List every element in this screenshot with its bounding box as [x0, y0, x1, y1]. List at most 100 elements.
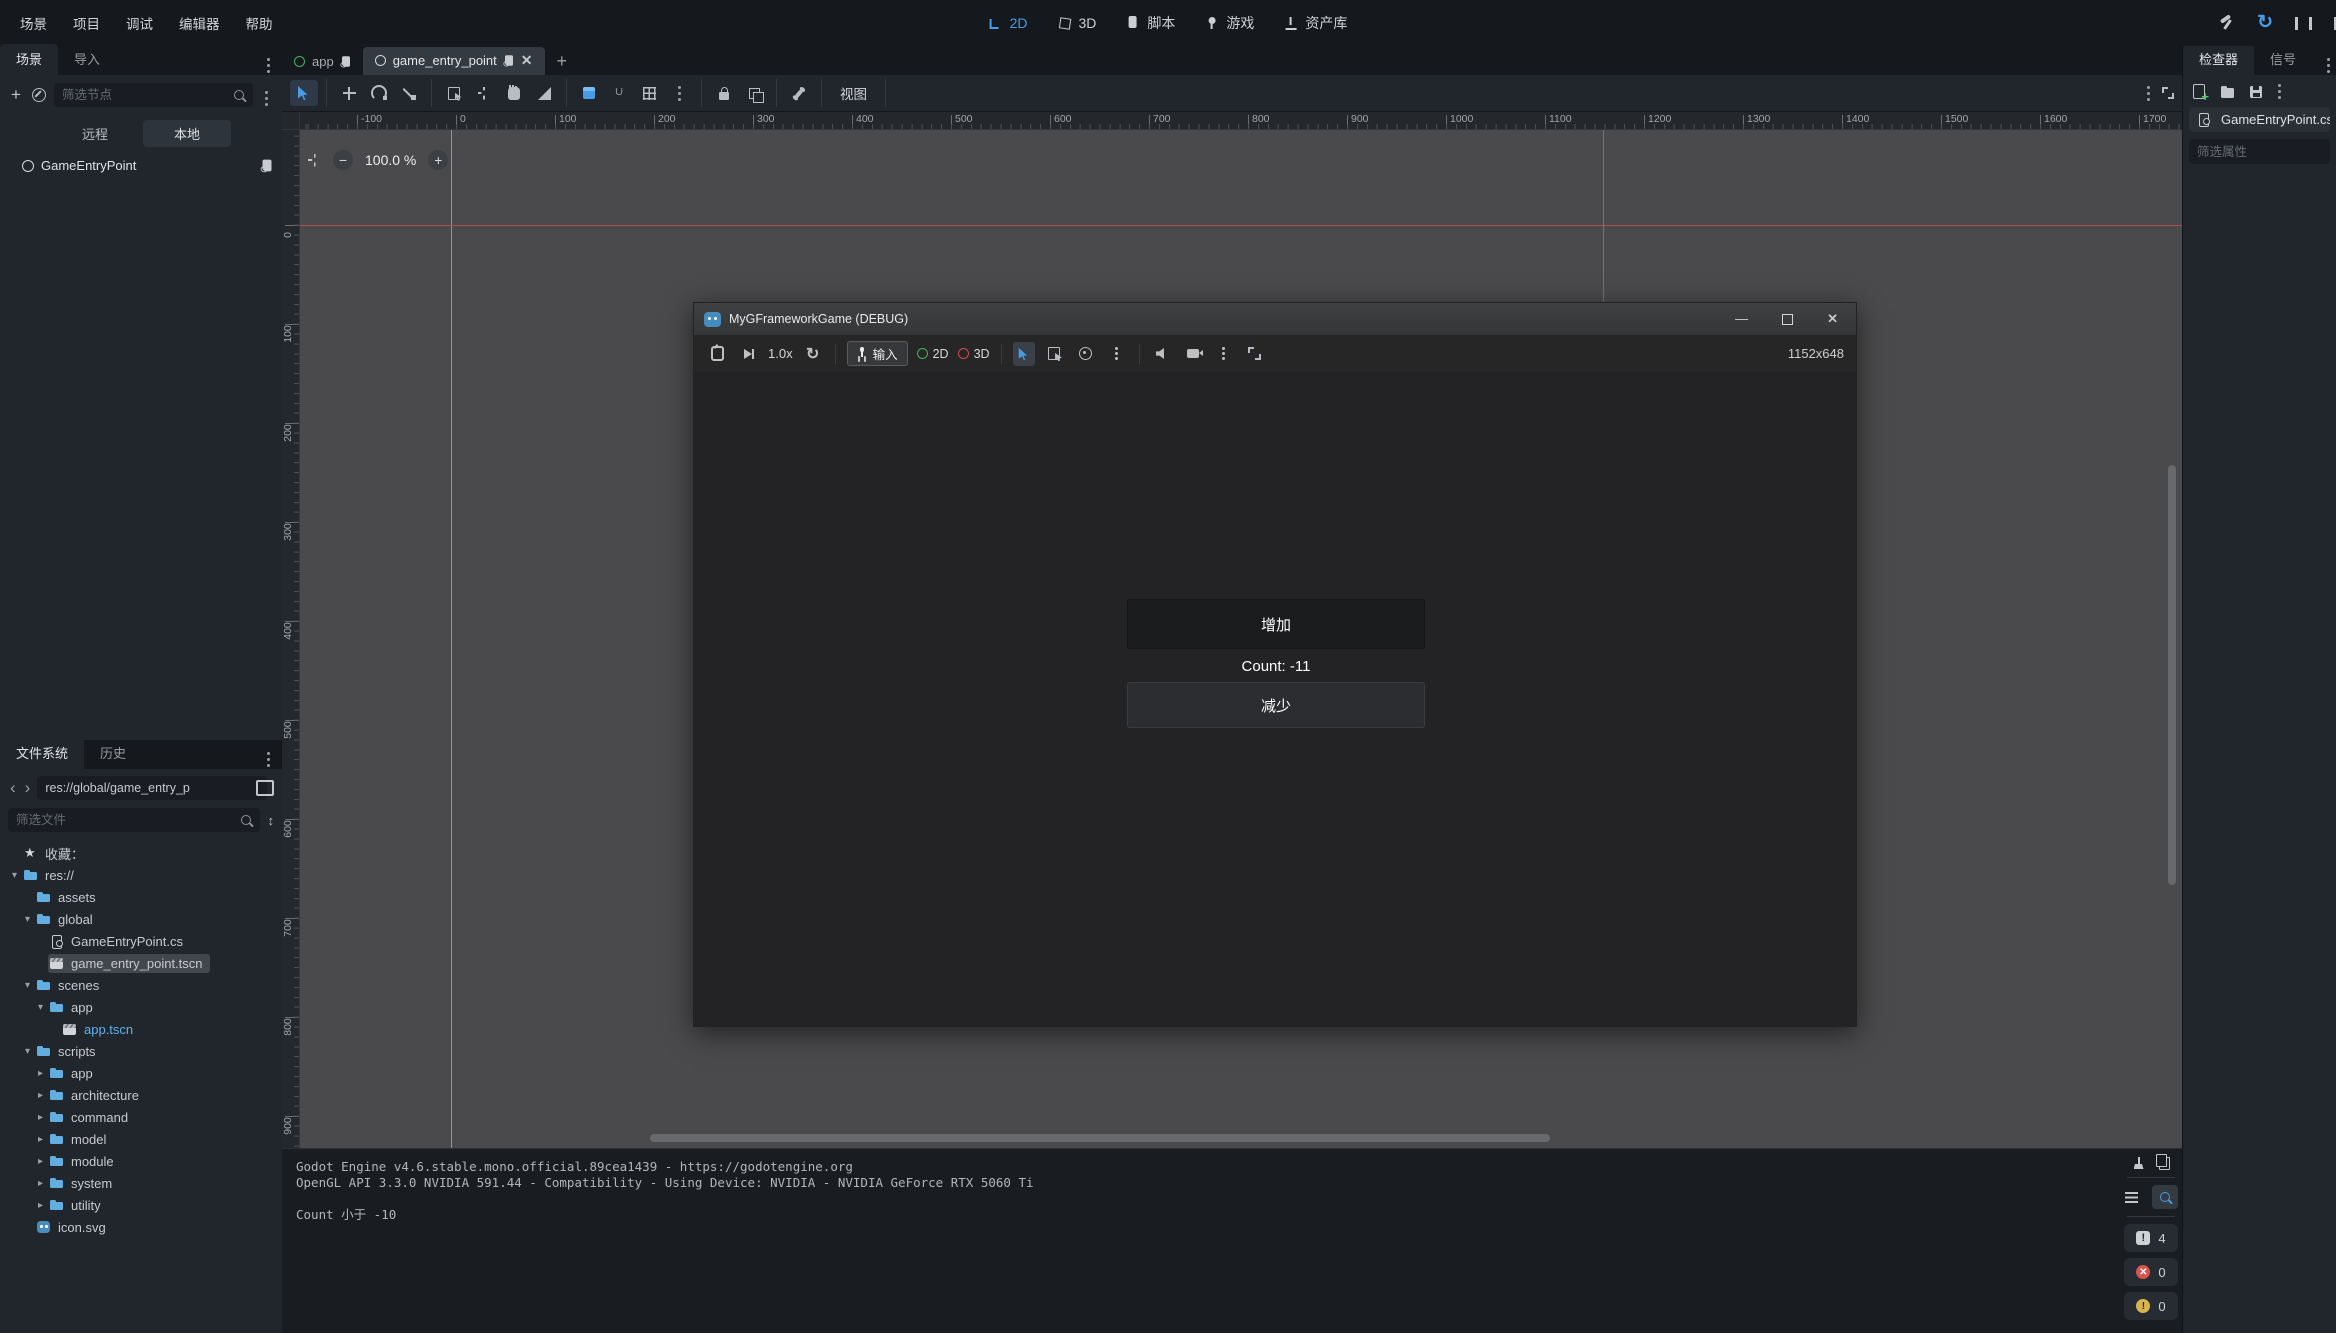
history-back-icon[interactable]: ‹	[8, 781, 18, 795]
select-tool-button[interactable]	[290, 80, 318, 106]
tab-inspector[interactable]: 检查器	[2183, 46, 2254, 75]
camera-options-menu[interactable]	[1213, 342, 1235, 366]
game-window[interactable]: MyGFrameworkGame (DEBUG) — ✕ 1.0x ↺ 输入 2…	[693, 302, 1857, 1027]
workspace-assetlib[interactable]: 资产库	[1284, 13, 1347, 33]
tree-item[interactable]: ▾res://	[0, 864, 282, 886]
horizontal-scrollbar[interactable]	[650, 1134, 1550, 1142]
load-resource-icon[interactable]	[2221, 88, 2234, 98]
attached-script-icon[interactable]	[263, 160, 272, 172]
remote-button[interactable]: 远程	[51, 120, 139, 147]
menu-editor[interactable]: 编辑器	[169, 9, 230, 37]
save-resource-icon[interactable]	[2250, 86, 2262, 98]
tree-item[interactable]: assets	[0, 886, 282, 908]
workspace-2d[interactable]: 2D	[989, 15, 1028, 31]
game-window-titlebar[interactable]: MyGFrameworkGame (DEBUG) — ✕	[694, 303, 1856, 335]
close-tab-icon[interactable]: ✕	[521, 52, 533, 69]
vertical-scrollbar[interactable]	[2168, 465, 2176, 885]
collapse-messages-icon[interactable]	[2125, 1192, 2138, 1203]
snap-config-button[interactable]	[635, 80, 663, 106]
pan-tool-button[interactable]	[500, 80, 528, 106]
tab-scene-dock[interactable]: 场景	[0, 44, 58, 75]
clear-output-icon[interactable]	[2133, 1157, 2145, 1170]
property-filter-input[interactable]	[2189, 139, 2330, 164]
open-arrow-icon[interactable]: ▾	[20, 1046, 35, 1057]
center-view-icon[interactable]	[308, 154, 321, 167]
inspector-dock-menu-icon[interactable]	[2327, 58, 2330, 61]
edited-object-row[interactable]: GameEntryPoint.cs	[2189, 107, 2330, 132]
closed-arrow-icon[interactable]: ▸	[33, 1112, 48, 1123]
menu-project[interactable]: 项目	[63, 9, 110, 37]
tree-item[interactable]: ▸command	[0, 1106, 282, 1128]
tree-item[interactable]: game_entry_point.tscn	[0, 952, 282, 974]
new-resource-icon[interactable]	[2193, 84, 2205, 99]
file-filter-input[interactable]	[8, 808, 260, 832]
tree-item[interactable]: 收藏：	[0, 842, 282, 864]
zoom-in-button[interactable]: +	[428, 150, 448, 170]
tree-item[interactable]: ▸architecture	[0, 1084, 282, 1106]
pick-node-button[interactable]	[1013, 342, 1035, 366]
snap-options-menu[interactable]	[665, 80, 693, 106]
tree-item[interactable]: ▸app	[0, 1062, 282, 1084]
camera-override-button[interactable]	[1182, 342, 1204, 366]
add-node-button[interactable]: +	[8, 85, 24, 105]
menu-help[interactable]: 帮助	[236, 9, 283, 37]
list-select-button[interactable]	[440, 80, 468, 106]
suspend-button[interactable]	[706, 342, 728, 366]
scale-tool-button[interactable]	[395, 80, 423, 106]
tree-item[interactable]: ▸model	[0, 1128, 282, 1150]
tree-item[interactable]: ▾global	[0, 908, 282, 930]
move-tool-button[interactable]	[335, 80, 363, 106]
zoom-out-button[interactable]: −	[333, 150, 353, 170]
tree-item[interactable]: ▾scripts	[0, 1040, 282, 1062]
3d-mode-button[interactable]: 3D	[958, 347, 990, 361]
open-arrow-icon[interactable]: ▾	[7, 870, 22, 881]
tree-item[interactable]: ▸module	[0, 1150, 282, 1172]
build-hammer-icon[interactable]	[2219, 15, 2235, 31]
grid-snap-button[interactable]: ∩	[605, 80, 633, 106]
workspace-script[interactable]: 脚本	[1126, 13, 1175, 33]
embed-fullscreen-button[interactable]	[1244, 342, 1266, 366]
view-menu-button[interactable]: 视图	[830, 80, 877, 106]
open-arrow-icon[interactable]: ▾	[20, 914, 35, 925]
tree-item[interactable]: app.tscn	[0, 1018, 282, 1040]
menu-scene[interactable]: 场景	[10, 9, 57, 37]
current-path-input[interactable]	[37, 776, 267, 800]
history-forward-icon[interactable]: ›	[23, 781, 33, 795]
pause-icon[interactable]	[2295, 17, 2312, 30]
lock-node-button[interactable]	[710, 80, 738, 106]
2d-mode-button[interactable]: 2D	[917, 347, 949, 361]
tree-item[interactable]: ▾scenes	[0, 974, 282, 996]
decrease-button[interactable]: 减少	[1127, 682, 1425, 728]
error-count-badge[interactable]: ✕0	[2124, 1258, 2178, 1286]
split-mode-icon[interactable]	[256, 780, 274, 796]
open-arrow-icon[interactable]: ▾	[20, 980, 35, 991]
copy-output-icon[interactable]	[2159, 1157, 2170, 1170]
toolbar-overflow-icon[interactable]	[2147, 86, 2150, 89]
closed-arrow-icon[interactable]: ▸	[33, 1068, 48, 1079]
closed-arrow-icon[interactable]: ▸	[33, 1090, 48, 1101]
instance-scene-icon[interactable]	[32, 88, 46, 102]
workspace-3d[interactable]: 3D	[1058, 15, 1097, 31]
tree-item[interactable]: ▸utility	[0, 1194, 282, 1216]
tab-signals[interactable]: 信号	[2254, 46, 2312, 75]
maximize-icon[interactable]	[1782, 314, 1793, 325]
2d-viewport[interactable]: -100010020030040050060070080090010001100…	[282, 112, 2182, 1148]
input-mode-button[interactable]: 输入	[847, 341, 908, 366]
pick-mode-button[interactable]	[1075, 342, 1097, 366]
closed-arrow-icon[interactable]: ▸	[33, 1200, 48, 1211]
open-arrow-icon[interactable]: ▾	[33, 1002, 48, 1013]
scene-tree-root-node[interactable]: GameEntryPoint	[0, 153, 282, 178]
new-scene-tab-button[interactable]: +	[545, 51, 580, 75]
expand-viewport-icon[interactable]	[2162, 87, 2174, 99]
filesystem-menu-icon[interactable]	[267, 752, 270, 755]
tab-filesystem[interactable]: 文件系统	[0, 738, 84, 769]
tree-item[interactable]: icon.svg	[0, 1216, 282, 1238]
scene-dock-menu-icon[interactable]	[265, 91, 268, 94]
pivot-tool-button[interactable]	[470, 80, 498, 106]
skeleton-options-button[interactable]	[785, 80, 813, 106]
smart-snap-button[interactable]	[575, 80, 603, 106]
group-node-button[interactable]	[740, 80, 768, 106]
tree-item[interactable]: ▸system	[0, 1172, 282, 1194]
resource-options-icon[interactable]	[2278, 84, 2281, 87]
tree-item[interactable]: ▾app	[0, 996, 282, 1018]
